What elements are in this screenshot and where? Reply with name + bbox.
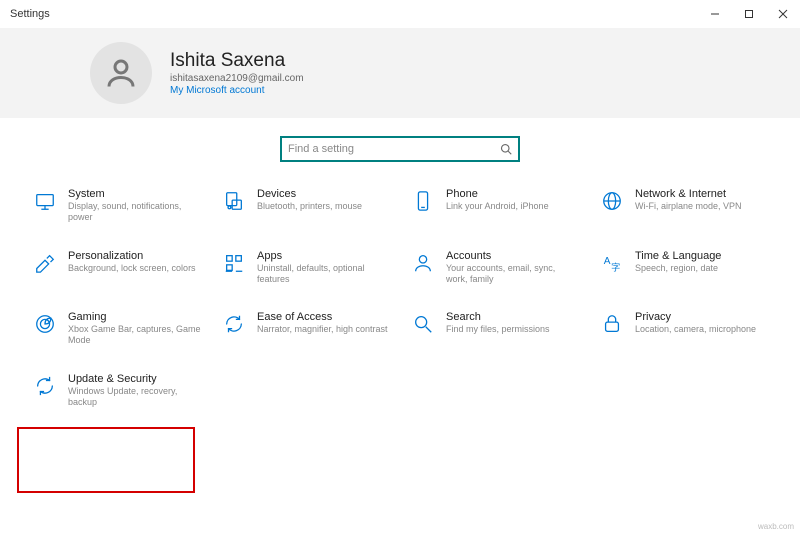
tile-personalization[interactable]: PersonalizationBackground, lock screen, … [28,246,205,290]
tile-title: Apps [257,250,390,262]
tile-desc: Narrator, magnifier, high contrast [257,324,388,335]
tile-title: Network & Internet [635,188,742,200]
time-language-icon: A字 [599,250,625,276]
user-info: Ishita Saxena ishitasaxena2109@gmail.com… [170,50,304,96]
tile-desc: Wi-Fi, airplane mode, VPN [635,201,742,212]
tile-desc: Find my files, permissions [446,324,550,335]
search-box[interactable] [280,136,520,162]
tile-privacy[interactable]: PrivacyLocation, camera, microphone [595,307,772,351]
person-icon [103,55,139,91]
tile-title: Search [446,311,550,323]
svg-text:字: 字 [611,261,620,272]
gaming-icon [32,311,58,337]
tile-desc: Uninstall, defaults, optional features [257,263,390,286]
tile-desc: Location, camera, microphone [635,324,756,335]
tile-gaming[interactable]: GamingXbox Game Bar, captures, Game Mode [28,307,205,351]
tile-title: Gaming [68,311,201,323]
tile-title: System [68,188,201,200]
personalization-icon [32,250,58,276]
tile-title: Accounts [446,250,579,262]
ease-of-access-icon [221,311,247,337]
tile-title: Phone [446,188,549,200]
window-controls [698,0,800,28]
close-button[interactable] [766,0,800,28]
system-icon [32,188,58,214]
tile-desc: Link your Android, iPhone [446,201,549,212]
titlebar: Settings [0,0,800,28]
privacy-icon [599,311,625,337]
search-container [0,118,800,184]
tile-desc: Xbox Game Bar, captures, Game Mode [68,324,201,347]
network-icon [599,188,625,214]
maximize-button[interactable] [732,0,766,28]
tile-time[interactable]: A字 Time & LanguageSpeech, region, date [595,246,772,290]
tile-ease-of-access[interactable]: Ease of AccessNarrator, magnifier, high … [217,307,394,351]
tile-desc: Speech, region, date [635,263,721,274]
update-security-icon [32,373,58,399]
tile-title: Personalization [68,250,196,262]
search-tile-icon [410,311,436,337]
tile-desc: Display, sound, notifications, power [68,201,201,224]
tile-title: Ease of Access [257,311,388,323]
tile-devices[interactable]: DevicesBluetooth, printers, mouse [217,184,394,228]
settings-grid: SystemDisplay, sound, notifications, pow… [0,184,800,412]
tile-network[interactable]: Network & InternetWi-Fi, airplane mode, … [595,184,772,228]
accounts-icon [410,250,436,276]
devices-icon [221,188,247,214]
tile-title: Update & Security [68,373,201,385]
apps-icon [221,250,247,276]
search-input[interactable] [282,138,518,160]
user-email: ishitasaxena2109@gmail.com [170,73,304,84]
tile-desc: Bluetooth, printers, mouse [257,201,362,212]
tile-update-security[interactable]: Update & SecurityWindows Update, recover… [28,369,205,413]
search-icon [500,143,512,155]
tile-title: Time & Language [635,250,721,262]
avatar[interactable] [90,42,152,104]
tile-search[interactable]: SearchFind my files, permissions [406,307,583,351]
highlight-box [17,427,195,493]
tile-desc: Your accounts, email, sync, work, family [446,263,579,286]
svg-text:A: A [604,255,611,266]
minimize-button[interactable] [698,0,732,28]
phone-icon [410,188,436,214]
tile-title: Devices [257,188,362,200]
tile-desc: Background, lock screen, colors [68,263,196,274]
tile-system[interactable]: SystemDisplay, sound, notifications, pow… [28,184,205,228]
microsoft-account-link[interactable]: My Microsoft account [170,85,304,96]
tile-title: Privacy [635,311,756,323]
window-title: Settings [10,8,50,20]
tile-accounts[interactable]: AccountsYour accounts, email, sync, work… [406,246,583,290]
user-header: Ishita Saxena ishitasaxena2109@gmail.com… [0,28,800,118]
watermark: waxb.com [758,522,794,531]
tile-phone[interactable]: PhoneLink your Android, iPhone [406,184,583,228]
tile-desc: Windows Update, recovery, backup [68,386,201,409]
tile-apps[interactable]: AppsUninstall, defaults, optional featur… [217,246,394,290]
user-name: Ishita Saxena [170,50,304,72]
